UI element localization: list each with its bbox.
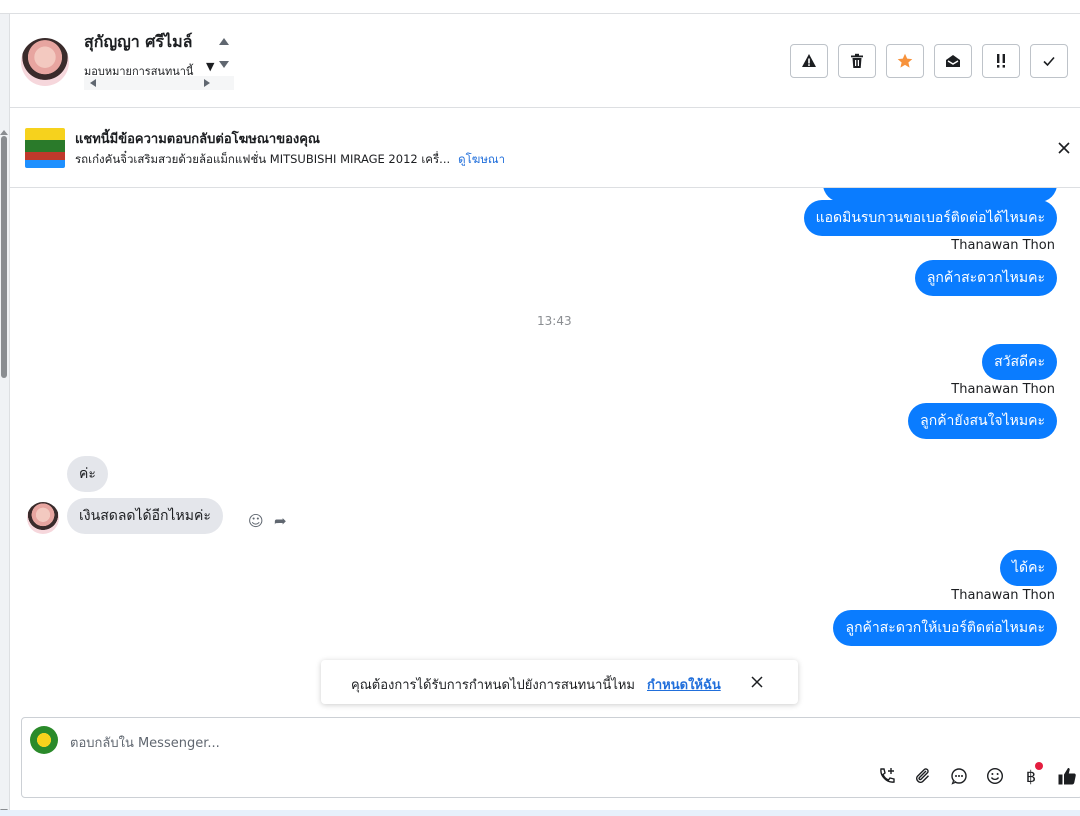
close-banner-button[interactable] <box>1054 138 1074 158</box>
phone-add-icon <box>880 768 895 783</box>
warning-icon <box>802 54 816 67</box>
reply-input[interactable]: ตอบกลับใน Messenger... <box>70 732 220 753</box>
message-composer[interactable]: ตอบกลับใน Messenger... ฿ <box>21 717 1080 798</box>
outgoing-message[interactable]: ลูกค้ายังสนใจไหมคะ <box>908 403 1057 439</box>
timestamp: 13:43 <box>537 314 572 328</box>
like-icon <box>1058 768 1076 785</box>
payment-button[interactable]: ฿ <box>1020 762 1043 787</box>
conversation-header: สุกัญญา ศรีไมล์ มอบหมายการสนทนานี้ ▼ <box>10 14 1080 108</box>
attach-button[interactable] <box>912 765 934 787</box>
like-button[interactable] <box>1056 765 1078 787</box>
view-ad-link[interactable]: ดูโฆษณา <box>458 152 505 166</box>
message-thread[interactable]: แอดมินรบกวนขอเบอร์ติดต่อได้ไหมคะ Thanawa… <box>10 188 1080 718</box>
scroll-up-arrow-icon[interactable] <box>219 38 229 45</box>
ad-description: รถเก๋งคันจิ๋วเสริมสวยด้วยล้อแม็กแฟชั่น M… <box>75 152 451 166</box>
scrollbar-thumb[interactable] <box>1 136 7 378</box>
baht-icon: ฿ <box>1025 766 1037 786</box>
sender-name: Thanawan Thon <box>951 588 1055 603</box>
close-icon <box>751 676 763 688</box>
ad-banner-title: แชทนี้มีข้อความตอบกลับต่อโฆษณาของคุณ <box>75 132 320 147</box>
priority-icon <box>997 54 1005 68</box>
bottom-strip <box>0 810 1080 816</box>
spam-button[interactable] <box>790 44 828 78</box>
mark-unread-button[interactable] <box>934 44 972 78</box>
trash-icon <box>851 53 863 68</box>
header-horizontal-scroll[interactable] <box>84 76 234 90</box>
page-avatar <box>30 726 58 754</box>
priority-button[interactable] <box>982 44 1020 78</box>
left-scrollbar[interactable] <box>0 14 10 814</box>
star-icon <box>897 53 913 68</box>
check-icon <box>1043 56 1055 67</box>
contact-avatar[interactable] <box>21 38 69 86</box>
ad-banner-subtitle: รถเก๋งคันจิ๋วเสริมสวยด้วยล้อแม็กแฟชั่น M… <box>75 151 505 169</box>
close-toast-button[interactable] <box>747 672 767 692</box>
phone-add-button[interactable] <box>876 765 898 787</box>
caret-down-icon[interactable]: ▼ <box>206 60 214 73</box>
emoji-icon <box>986 767 1004 785</box>
ad-thumbnail[interactable] <box>25 128 65 168</box>
saved-reply-icon <box>951 768 967 785</box>
delete-button[interactable] <box>838 44 876 78</box>
saved-replies-button[interactable] <box>948 765 970 787</box>
toast-text: คุณต้องการได้รับการกำหนดไปยังการสนทนานี้… <box>351 678 635 693</box>
incoming-message[interactable]: เงินสดลดได้อีกไหมค่ะ <box>67 498 223 534</box>
done-button[interactable] <box>1030 44 1068 78</box>
top-border <box>0 0 1080 14</box>
ad-reply-banner: แชทนี้มีข้อความตอบกลับต่อโฆษณาของคุณ รถเ… <box>10 108 1080 188</box>
assign-toast: คุณต้องการได้รับการกำหนดไปยังการสนทนานี้… <box>321 660 798 704</box>
outgoing-message[interactable]: สวัสดีคะ <box>982 344 1057 380</box>
emoji-button[interactable] <box>984 765 1006 787</box>
follow-up-button[interactable] <box>886 44 924 78</box>
sender-name: Thanawan Thon <box>951 238 1055 253</box>
paperclip-icon <box>915 768 929 784</box>
envelope-open-icon <box>946 55 960 67</box>
react-emoji-icon[interactable]: ☺ <box>248 512 264 530</box>
sender-name: Thanawan Thon <box>951 382 1055 397</box>
contact-avatar-small[interactable] <box>27 502 59 534</box>
scroll-right-arrow-icon[interactable] <box>204 79 210 87</box>
scroll-up-arrow-icon[interactable] <box>0 130 8 135</box>
scroll-left-arrow-icon[interactable] <box>90 79 96 87</box>
close-icon <box>1058 142 1070 154</box>
contact-name[interactable]: สุกัญญา ศรีไมล์ <box>84 30 192 55</box>
incoming-message[interactable]: ค่ะ <box>67 456 108 492</box>
outgoing-message[interactable]: แอดมินรบกวนขอเบอร์ติดต่อได้ไหมคะ <box>803 200 1057 236</box>
outgoing-message[interactable]: ได้คะ <box>999 550 1057 586</box>
outgoing-message[interactable]: ลูกค้าสะดวกให้เบอร์ติดต่อไหมคะ <box>833 610 1057 646</box>
notification-dot <box>1035 762 1043 770</box>
scroll-down-arrow-icon[interactable] <box>219 61 229 68</box>
assign-to-me-link[interactable]: กำหนดให้ฉัน <box>647 674 721 695</box>
reply-icon[interactable]: ➦ <box>274 512 287 530</box>
outgoing-message[interactable]: ลูกค้าสะดวกไหมคะ <box>914 260 1057 296</box>
